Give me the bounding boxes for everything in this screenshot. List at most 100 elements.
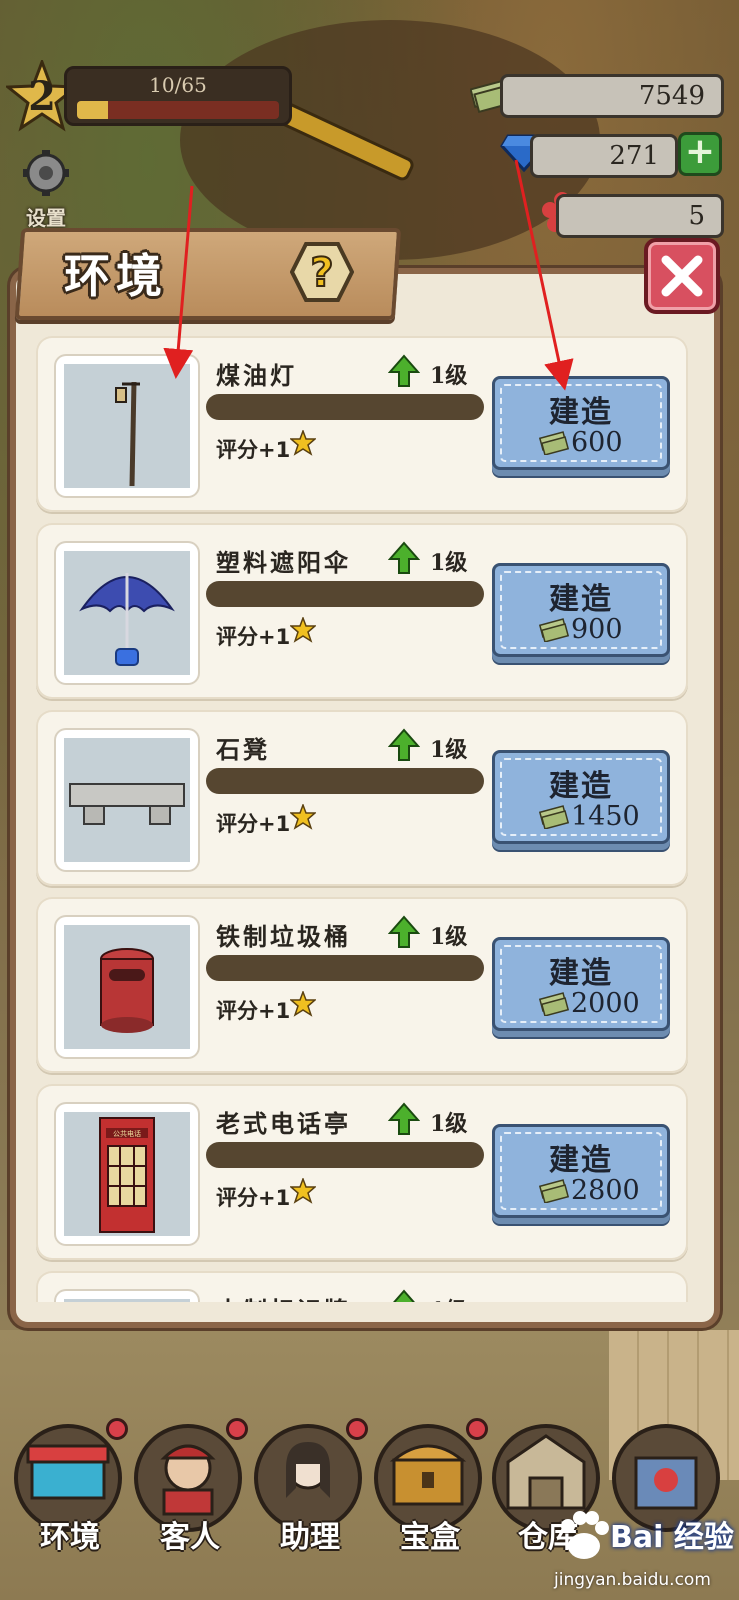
build-button[interactable]: 建造 900 (492, 563, 670, 657)
item-card-phone-booth: 公共电话 老式电话亭 1级 评分+1 建造 2800 (36, 1084, 688, 1260)
item-name: 老式电话亭 (216, 1110, 351, 1138)
star-icon (288, 615, 318, 647)
item-rating: 评分+1 (216, 625, 291, 649)
build-cost: 1450 (571, 801, 640, 832)
level-up-arrow-icon (387, 1102, 421, 1140)
notification-dot (226, 1418, 248, 1440)
xp-text: 10/65 (149, 73, 207, 97)
close-button[interactable] (644, 238, 720, 314)
item-progress-bar (206, 955, 484, 981)
nav-label: 助理 (280, 1520, 340, 1555)
build-label: 建造 (549, 582, 613, 617)
item-name: 煤油灯 (216, 362, 297, 390)
svg-text:公共电话: 公共电话 (113, 1129, 141, 1138)
item-rating: 评分+1 (216, 999, 291, 1023)
item-name: 铁制垃圾桶 (216, 923, 351, 951)
star-icon (288, 428, 318, 460)
svg-text:?: ? (310, 250, 333, 296)
item-thumbnail[interactable] (56, 356, 198, 496)
umbrella-icon (64, 551, 190, 675)
cash-icon (538, 616, 570, 646)
treasure-chest-icon (384, 1428, 472, 1520)
item-card-lamp-post: 煤油灯 1级 评分+1 建造 600 (36, 336, 688, 512)
item-rating: 评分+1 (216, 438, 291, 462)
item-card-umbrella: 塑料遮阳伞 1级 评分+1 建造 900 (36, 523, 688, 699)
item-progress-bar (206, 768, 484, 794)
nav-label: 环境 (40, 1520, 100, 1555)
item-progress-bar (206, 581, 484, 607)
item-thumbnail[interactable] (56, 1291, 198, 1302)
item-list[interactable]: 煤油灯 1级 评分+1 建造 600 塑料遮阳伞 1级 评分+1 建造 900 (36, 336, 690, 1302)
baidu-watermark: Bai 经验 jingyan.baidu.com (548, 1500, 738, 1600)
item-name: 木制标识牌 (216, 1291, 351, 1302)
star-icon (288, 1176, 318, 1208)
level-up-arrow-icon (387, 728, 421, 766)
close-icon (661, 255, 703, 297)
nav-treasure[interactable]: 宝盒 (374, 1418, 488, 1578)
level-up-arrow-icon (387, 541, 421, 579)
nav-guests[interactable]: 客人 (134, 1418, 248, 1578)
nav-label: 宝盒 (400, 1520, 460, 1555)
level-up-arrow-icon (387, 915, 421, 953)
watermark-url: jingyan.baidu.com (554, 1570, 711, 1590)
cash-icon (538, 1177, 570, 1207)
lamp-post-icon (64, 364, 190, 488)
item-card-trash-can: 铁制垃圾桶 1级 评分+1 建造 2000 (36, 897, 688, 1073)
xp-track (77, 101, 279, 119)
settings-button[interactable]: 设置 (16, 148, 76, 231)
build-label: 建造 (549, 769, 613, 804)
build-button[interactable]: 建造 2000 (492, 937, 670, 1031)
build-label: 建造 (549, 1143, 613, 1178)
nav-environment[interactable]: 环境 (14, 1418, 128, 1578)
item-level: 1级 (430, 737, 468, 763)
level-up-arrow-icon (388, 1289, 420, 1302)
star-icon (288, 802, 318, 834)
item-rating: 评分+1 (216, 812, 291, 836)
question-icon: ? (289, 242, 355, 302)
item-level: 1级 (430, 550, 468, 576)
build-label: 建造 (549, 395, 613, 430)
item-rating: 评分+1 (216, 1186, 291, 1210)
cash-icon (538, 803, 570, 833)
item-thumbnail[interactable] (56, 543, 198, 683)
help-button[interactable]: ? (289, 242, 355, 306)
cash-icon (538, 990, 570, 1020)
build-cost: 2000 (571, 988, 640, 1019)
item-thumbnail[interactable] (56, 730, 198, 870)
build-cost: 2800 (571, 1175, 640, 1206)
xp-fill (77, 101, 109, 119)
item-thumbnail[interactable] (56, 917, 198, 1057)
item-name: 石凳 (216, 736, 270, 764)
gem-counter: 271 (530, 134, 678, 178)
item-level: 1级 (430, 1293, 467, 1302)
item-card-sign: 木制标识牌 1级 评分+1 建造 (36, 1271, 688, 1302)
build-button[interactable]: 建造 600 (492, 376, 670, 470)
assistant-icon (264, 1428, 352, 1520)
build-label: 建造 (549, 956, 613, 991)
build-button[interactable]: 建造 1450 (492, 750, 670, 844)
build-cost: 600 (571, 427, 623, 458)
settings-label: 设置 (26, 206, 66, 230)
item-thumbnail[interactable]: 公共电话 (56, 1104, 198, 1244)
item-level: 1级 (430, 363, 468, 389)
nav-assistant[interactable]: 助理 (254, 1418, 368, 1578)
player-level: 2 (28, 72, 56, 120)
phone-booth-icon: 公共电话 (64, 1112, 190, 1236)
item-level: 1级 (430, 1111, 468, 1137)
item-progress-bar (206, 394, 484, 420)
sign-icon (64, 1299, 190, 1302)
item-name: 塑料遮阳伞 (216, 549, 351, 577)
build-button[interactable]: 建造 2800 (492, 1124, 670, 1218)
star-icon (288, 989, 318, 1021)
trash-can-icon (64, 925, 190, 1049)
add-gems-button[interactable]: + (678, 132, 722, 176)
nav-label: 客人 (160, 1520, 220, 1555)
item-progress-bar (206, 1142, 484, 1168)
xp-bar: 10/65 (64, 66, 292, 126)
notification-dot (106, 1418, 128, 1440)
guest-icon (144, 1428, 232, 1520)
panel-title: 环境 (64, 249, 168, 303)
stall-icon (24, 1428, 112, 1520)
gear-icon (23, 150, 69, 196)
build-cost: 900 (571, 614, 623, 645)
